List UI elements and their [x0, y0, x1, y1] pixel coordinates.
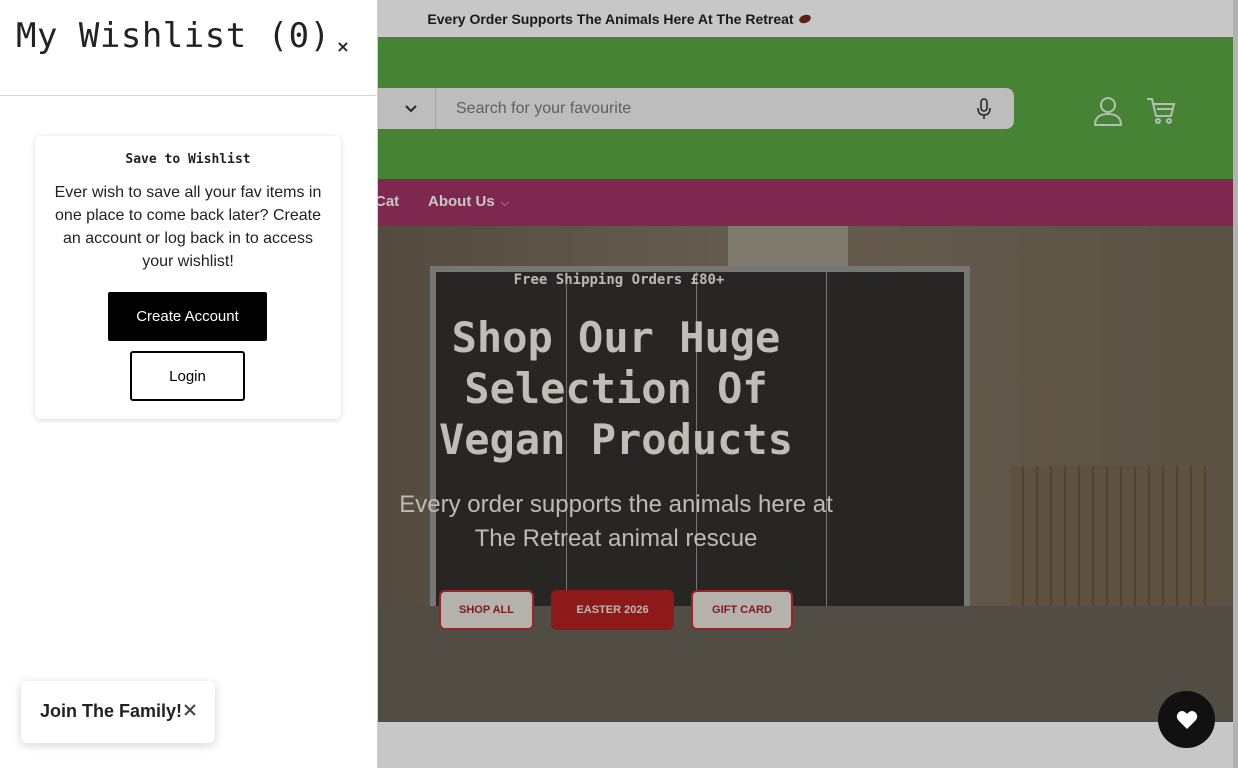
create-account-button[interactable]: Create Account	[108, 292, 267, 341]
wishlist-drawer: My Wishlist (0) × Save to Wishlist Ever …	[0, 0, 378, 768]
wishlist-heart-button[interactable]	[1158, 691, 1215, 748]
join-family-popup[interactable]: Join The Family!	[21, 681, 215, 743]
wishlist-title: My Wishlist (0)	[16, 16, 331, 56]
card-body-text: Ever wish to save all your fav items in …	[54, 184, 322, 270]
save-to-wishlist-card: Save to Wishlist Ever wish to save all y…	[35, 136, 341, 419]
heart-icon	[1176, 710, 1197, 729]
wishlist-header: My Wishlist (0) ×	[0, 0, 378, 96]
close-icon[interactable]	[183, 703, 197, 717]
join-family-label[interactable]: Join The Family!	[40, 701, 182, 722]
card-heading: Save to Wishlist	[125, 152, 251, 167]
close-icon[interactable]: ×	[334, 38, 352, 56]
login-button[interactable]: Login	[130, 351, 245, 401]
